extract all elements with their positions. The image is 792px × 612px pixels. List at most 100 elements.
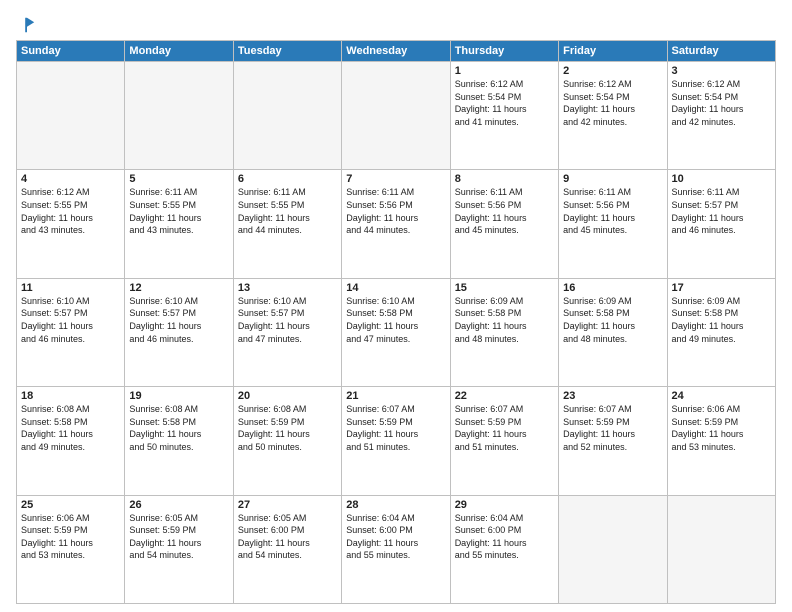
calendar-cell: 14Sunrise: 6:10 AM Sunset: 5:58 PM Dayli… — [342, 278, 450, 386]
logo — [16, 16, 36, 34]
day-info: Sunrise: 6:06 AM Sunset: 5:59 PM Dayligh… — [21, 512, 120, 562]
day-info: Sunrise: 6:04 AM Sunset: 6:00 PM Dayligh… — [455, 512, 554, 562]
calendar-week-2: 4Sunrise: 6:12 AM Sunset: 5:55 PM Daylig… — [17, 170, 776, 278]
calendar-cell: 11Sunrise: 6:10 AM Sunset: 5:57 PM Dayli… — [17, 278, 125, 386]
day-info: Sunrise: 6:07 AM Sunset: 5:59 PM Dayligh… — [563, 403, 662, 453]
calendar-cell: 27Sunrise: 6:05 AM Sunset: 6:00 PM Dayli… — [233, 495, 341, 603]
day-number: 10 — [672, 173, 771, 185]
calendar-week-5: 25Sunrise: 6:06 AM Sunset: 5:59 PM Dayli… — [17, 495, 776, 603]
day-number: 11 — [21, 282, 120, 294]
page: SundayMondayTuesdayWednesdayThursdayFrid… — [0, 0, 792, 612]
day-number: 29 — [455, 499, 554, 511]
day-info: Sunrise: 6:04 AM Sunset: 6:00 PM Dayligh… — [346, 512, 445, 562]
calendar-cell: 8Sunrise: 6:11 AM Sunset: 5:56 PM Daylig… — [450, 170, 558, 278]
calendar-cell: 22Sunrise: 6:07 AM Sunset: 5:59 PM Dayli… — [450, 387, 558, 495]
day-number: 8 — [455, 173, 554, 185]
calendar-week-1: 1Sunrise: 6:12 AM Sunset: 5:54 PM Daylig… — [17, 62, 776, 170]
calendar-week-4: 18 Sunrise: 6:08 AM Sunset: 5:58 PM Dayli… — [17, 387, 776, 495]
day-info: Sunrise: 6:07 AM Sunset: 5:59 PM Dayligh… — [455, 403, 554, 453]
calendar-header-row: SundayMondayTuesdayWednesdayThursdayFrid… — [17, 41, 776, 62]
day-number: 16 — [563, 282, 662, 294]
day-info: Sunrise: 6:12 AM Sunset: 5:54 PM Dayligh… — [672, 78, 771, 128]
day-header-friday: Friday — [559, 41, 667, 62]
calendar-cell — [559, 495, 667, 603]
day-info: Sunrise: 6:12 AM Sunset: 5:54 PM Dayligh… — [563, 78, 662, 128]
day-info: Sunrise: 6:08 AM Sunset: 5:59 PM Dayligh… — [238, 403, 337, 453]
day-number: 19 — [129, 390, 228, 402]
day-info: Sunrise: 6:11 AM Sunset: 5:56 PM Dayligh… — [563, 186, 662, 236]
day-info: Sunrise: 6:11 AM Sunset: 5:55 PM Dayligh… — [238, 186, 337, 236]
day-info: Sunrise: 6:11 AM Sunset: 5:56 PM Dayligh… — [455, 186, 554, 236]
day-info: Sunrise: 6:09 AM Sunset: 5:58 PM Dayligh… — [672, 295, 771, 345]
day-number: 7 — [346, 173, 445, 185]
day-info: Sunrise: 6:12 AM Sunset: 5:55 PM Dayligh… — [21, 186, 120, 236]
day-number: 4 — [21, 173, 120, 185]
calendar-cell: 20Sunrise: 6:08 AM Sunset: 5:59 PM Dayli… — [233, 387, 341, 495]
logo-flag-icon — [18, 16, 36, 34]
calendar-cell: 16Sunrise: 6:09 AM Sunset: 5:58 PM Dayli… — [559, 278, 667, 386]
calendar-cell: 25Sunrise: 6:06 AM Sunset: 5:59 PM Dayli… — [17, 495, 125, 603]
calendar-cell: 7Sunrise: 6:11 AM Sunset: 5:56 PM Daylig… — [342, 170, 450, 278]
day-info: Sunrise: 6:07 AM Sunset: 5:59 PM Dayligh… — [346, 403, 445, 453]
calendar-cell: 19Sunrise: 6:08 AM Sunset: 5:58 PM Dayli… — [125, 387, 233, 495]
day-number: 2 — [563, 65, 662, 77]
day-info: Sunrise: 6:11 AM Sunset: 5:55 PM Dayligh… — [129, 186, 228, 236]
day-number: 1 — [455, 65, 554, 77]
calendar-cell: 24Sunrise: 6:06 AM Sunset: 5:59 PM Dayli… — [667, 387, 775, 495]
calendar-cell: 2Sunrise: 6:12 AM Sunset: 5:54 PM Daylig… — [559, 62, 667, 170]
calendar-cell: 28Sunrise: 6:04 AM Sunset: 6:00 PM Dayli… — [342, 495, 450, 603]
day-number: 21 — [346, 390, 445, 402]
calendar-cell — [125, 62, 233, 170]
day-number: 15 — [455, 282, 554, 294]
day-info: Sunrise: 6:10 AM Sunset: 5:57 PM Dayligh… — [238, 295, 337, 345]
day-number: 25 — [21, 499, 120, 511]
calendar-cell: 6Sunrise: 6:11 AM Sunset: 5:55 PM Daylig… — [233, 170, 341, 278]
calendar-cell: 15Sunrise: 6:09 AM Sunset: 5:58 PM Dayli… — [450, 278, 558, 386]
calendar-cell — [233, 62, 341, 170]
header — [16, 16, 776, 34]
day-header-tuesday: Tuesday — [233, 41, 341, 62]
day-info: Sunrise: 6:11 AM Sunset: 5:56 PM Dayligh… — [346, 186, 445, 236]
calendar-cell: 1Sunrise: 6:12 AM Sunset: 5:54 PM Daylig… — [450, 62, 558, 170]
day-info: Sunrise: 6:06 AM Sunset: 5:59 PM Dayligh… — [672, 403, 771, 453]
day-info: Sunrise: 6:10 AM Sunset: 5:58 PM Dayligh… — [346, 295, 445, 345]
calendar-cell — [667, 495, 775, 603]
calendar-cell: 21Sunrise: 6:07 AM Sunset: 5:59 PM Dayli… — [342, 387, 450, 495]
day-header-wednesday: Wednesday — [342, 41, 450, 62]
day-number: 18 — [21, 390, 120, 402]
day-header-saturday: Saturday — [667, 41, 775, 62]
day-info: Sunrise: 6:12 AM Sunset: 5:54 PM Dayligh… — [455, 78, 554, 128]
day-number: 27 — [238, 499, 337, 511]
day-number: 9 — [563, 173, 662, 185]
day-number: 17 — [672, 282, 771, 294]
calendar-table: SundayMondayTuesdayWednesdayThursdayFrid… — [16, 40, 776, 604]
day-number: 22 — [455, 390, 554, 402]
day-info: Sunrise: 6:08 AM Sunset: 5:58 PM Dayligh… — [129, 403, 228, 453]
calendar-cell: 23Sunrise: 6:07 AM Sunset: 5:59 PM Dayli… — [559, 387, 667, 495]
day-info: Sunrise: 6:11 AM Sunset: 5:57 PM Dayligh… — [672, 186, 771, 236]
calendar-cell — [17, 62, 125, 170]
day-number: 5 — [129, 173, 228, 185]
day-number: 24 — [672, 390, 771, 402]
day-number: 23 — [563, 390, 662, 402]
day-number: 3 — [672, 65, 771, 77]
day-number: 28 — [346, 499, 445, 511]
calendar-cell: 5Sunrise: 6:11 AM Sunset: 5:55 PM Daylig… — [125, 170, 233, 278]
day-number: 26 — [129, 499, 228, 511]
day-number: 12 — [129, 282, 228, 294]
calendar-cell: 3Sunrise: 6:12 AM Sunset: 5:54 PM Daylig… — [667, 62, 775, 170]
day-info: Sunrise: 6:05 AM Sunset: 6:00 PM Dayligh… — [238, 512, 337, 562]
calendar-cell: 18Sunrise: 6:08 AM Sunset: 5:58 PM Dayli… — [17, 387, 125, 495]
day-header-sunday: Sunday — [17, 41, 125, 62]
day-info: Sunrise: 6:09 AM Sunset: 5:58 PM Dayligh… — [563, 295, 662, 345]
day-number: 13 — [238, 282, 337, 294]
calendar-week-3: 11Sunrise: 6:10 AM Sunset: 5:57 PM Dayli… — [17, 278, 776, 386]
day-info: Sunrise: 6:09 AM Sunset: 5:58 PM Dayligh… — [455, 295, 554, 345]
day-info: Sunrise: 6:10 AM Sunset: 5:57 PM Dayligh… — [21, 295, 120, 345]
day-number: 20 — [238, 390, 337, 402]
calendar-cell: 29Sunrise: 6:04 AM Sunset: 6:00 PM Dayli… — [450, 495, 558, 603]
day-header-thursday: Thursday — [450, 41, 558, 62]
day-info: Sunrise: 6:05 AM Sunset: 5:59 PM Dayligh… — [129, 512, 228, 562]
calendar-cell: 10Sunrise: 6:11 AM Sunset: 5:57 PM Dayli… — [667, 170, 775, 278]
calendar-cell: 17Sunrise: 6:09 AM Sunset: 5:58 PM Dayli… — [667, 278, 775, 386]
